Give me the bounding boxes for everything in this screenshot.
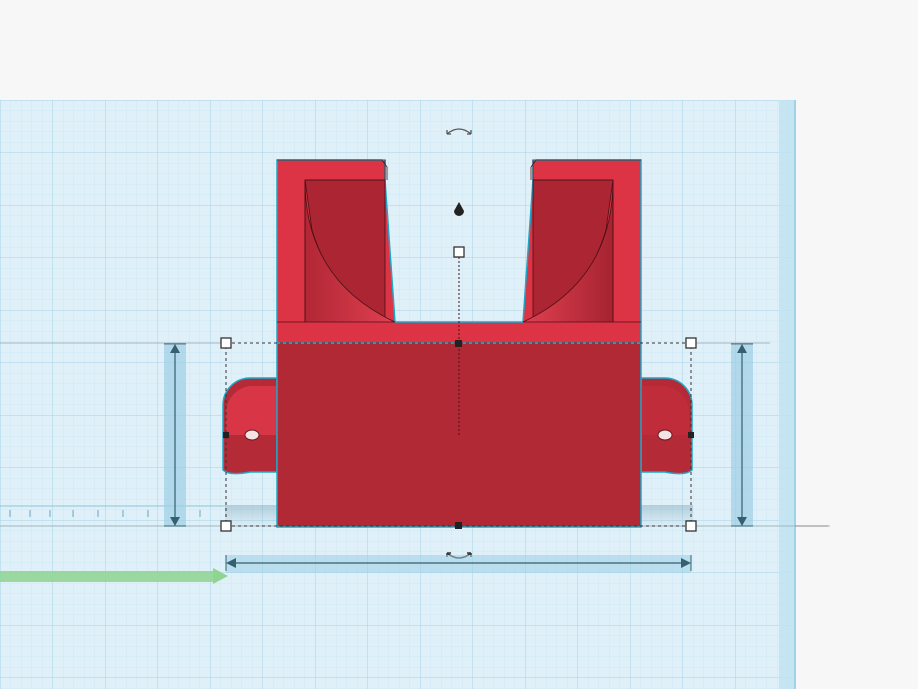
height-handle[interactable] — [453, 246, 465, 258]
handle-top-mid[interactable] — [455, 340, 462, 347]
handle-right-mid[interactable] — [688, 432, 694, 438]
workplane-viewport[interactable] — [0, 0, 918, 689]
left-height-dimension[interactable] — [164, 343, 186, 527]
handle-bottom-mid[interactable] — [455, 522, 462, 529]
right-tab-hole — [657, 429, 673, 441]
bottom-width-dimension[interactable] — [225, 555, 692, 573]
handle-left-mid[interactable] — [223, 432, 229, 438]
left-tab-hole — [244, 429, 260, 441]
handle-bottom-left[interactable] — [220, 520, 232, 532]
handle-bottom-right[interactable] — [685, 520, 697, 532]
handle-top-right[interactable] — [685, 337, 697, 349]
handle-top-left[interactable] — [220, 337, 232, 349]
right-height-dimension[interactable] — [731, 343, 753, 527]
